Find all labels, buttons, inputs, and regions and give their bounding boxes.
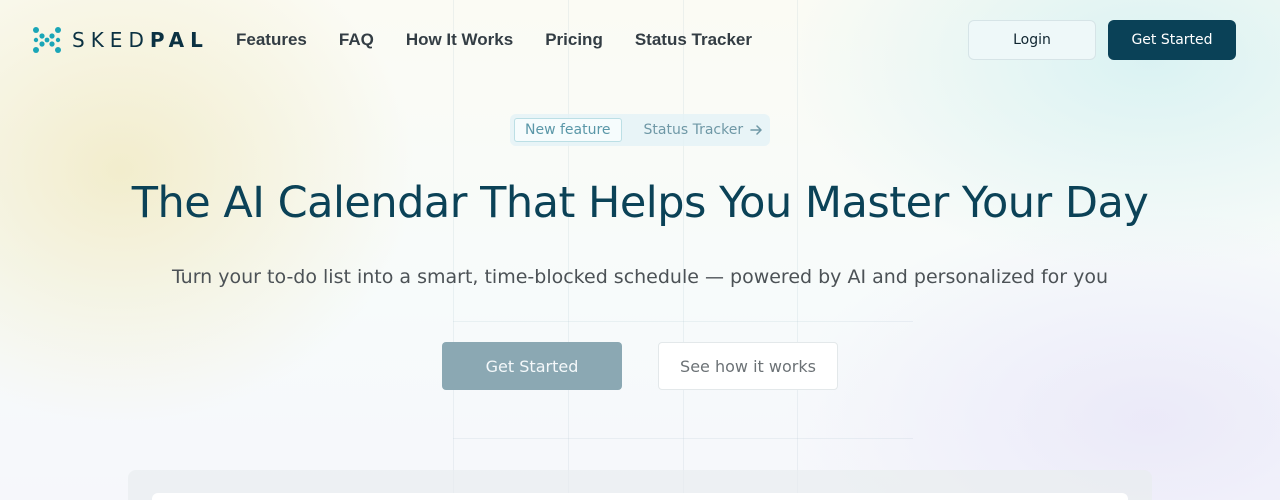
- logo[interactable]: SKEDPAL: [32, 26, 209, 54]
- nav-get-started-button[interactable]: Get Started: [1108, 20, 1236, 60]
- arrow-right-icon: [750, 125, 762, 135]
- skedpal-logo-icon: [33, 27, 61, 53]
- nav-link-features[interactable]: Features: [236, 30, 307, 50]
- hero-get-started-button[interactable]: Get Started: [442, 342, 622, 390]
- new-feature-tag: New feature: [514, 118, 622, 142]
- hero-subtitle: Turn your to-do list into a smart, time-…: [171, 266, 1109, 288]
- status-tracker-link-label: Status Tracker: [643, 122, 744, 138]
- login-button[interactable]: Login: [968, 20, 1096, 60]
- see-how-it-works-button[interactable]: See how it works: [658, 342, 838, 390]
- grid-line: [453, 321, 913, 322]
- status-tracker-link[interactable]: Status Tracker: [644, 122, 764, 138]
- nav-link-how-it-works[interactable]: How It Works: [406, 30, 513, 50]
- nav-link-faq[interactable]: FAQ: [339, 30, 374, 50]
- app-preview-screen: [152, 493, 1128, 500]
- hero-title: The AI Calendar That Helps You Master Yo…: [131, 178, 1149, 228]
- top-navigation: SKEDPAL Features FAQ How It Works Pricin…: [0, 0, 1280, 80]
- nav-link-status-tracker[interactable]: Status Tracker: [635, 30, 752, 50]
- nav-link-pricing[interactable]: Pricing: [545, 30, 603, 50]
- grid-line: [453, 438, 913, 439]
- nav-links: Features FAQ How It Works Pricing Status…: [236, 30, 784, 50]
- new-feature-badge: New feature Status Tracker: [510, 114, 770, 146]
- logo-text: SKEDPAL: [72, 28, 209, 52]
